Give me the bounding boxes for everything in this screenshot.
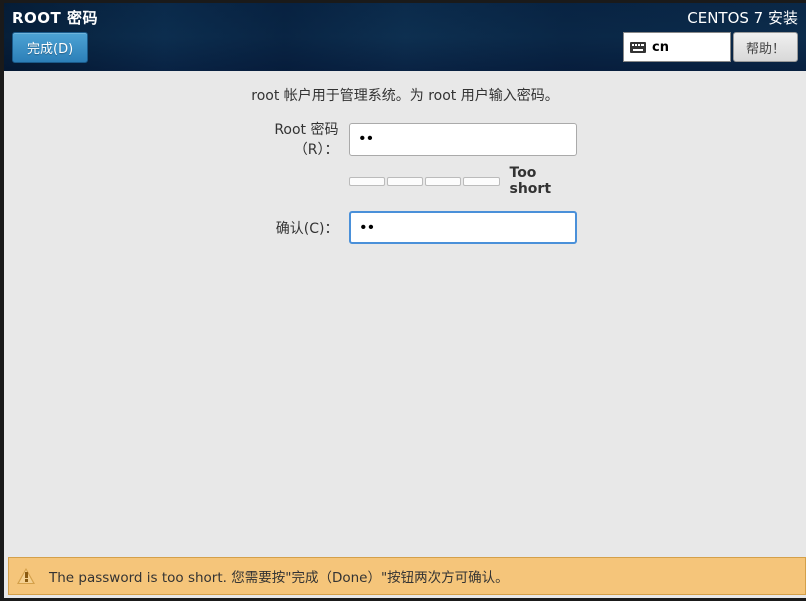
done-button[interactable]: 完成(D) xyxy=(12,32,88,63)
strength-segment-3 xyxy=(425,177,461,186)
strength-row: Too short xyxy=(349,165,577,197)
description-text: root 帐户用于管理系统。为 root 用户输入密码。 xyxy=(251,85,559,105)
strength-segment-2 xyxy=(387,177,423,186)
strength-text: Too short xyxy=(510,165,577,197)
install-title: CENTOS 7 安装 xyxy=(687,7,798,28)
lang-code: cn xyxy=(652,40,669,55)
content-area: root 帐户用于管理系统。为 root 用户输入密码。 Root 密码（R）：… xyxy=(4,71,806,598)
strength-segment-4 xyxy=(463,177,499,186)
warning-bar: The password is too short. 您需要按"完成（Done）… xyxy=(8,557,806,595)
password-row: Root 密码（R）： xyxy=(234,119,577,159)
header-left: ROOT 密码 完成(D) xyxy=(12,7,98,63)
header-controls: cn 帮助！ xyxy=(623,32,798,62)
keyboard-icon xyxy=(630,42,646,53)
strength-meter xyxy=(349,177,500,186)
confirm-label: 确认(C)： xyxy=(234,218,339,238)
header-right: CENTOS 7 安装 cn 帮助！ xyxy=(623,7,798,63)
warning-message: The password is too short. 您需要按"完成（Done）… xyxy=(49,566,509,586)
confirm-row: 确认(C)： xyxy=(234,211,577,244)
header: ROOT 密码 完成(D) CENTOS 7 安装 cn 帮助！ xyxy=(4,3,806,71)
help-button[interactable]: 帮助！ xyxy=(733,32,798,62)
root-password-input[interactable] xyxy=(349,123,577,156)
strength-segment-1 xyxy=(349,177,385,186)
warning-icon xyxy=(17,568,35,584)
page-title: ROOT 密码 xyxy=(12,7,98,28)
keyboard-layout-indicator[interactable]: cn xyxy=(623,32,731,62)
confirm-password-input[interactable] xyxy=(349,211,577,244)
password-label: Root 密码（R）： xyxy=(234,119,339,159)
